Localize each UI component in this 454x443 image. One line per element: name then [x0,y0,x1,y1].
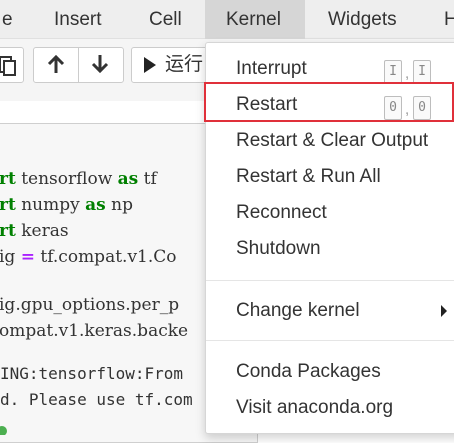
menu-divider [206,340,454,341]
menu-widgets[interactable]: Widgets [314,0,411,39]
code-line: rt keras [0,221,69,241]
run-label: 运行 [165,54,204,75]
menu-cell[interactable]: Cell [136,0,195,39]
menu-item-reconnect[interactable]: Reconnect [236,202,327,224]
code-line: ompat.v1.keras.backe [0,321,189,341]
menu-divider [206,280,454,281]
menu-item-visit-anaconda[interactable]: Visit anaconda.org [236,397,393,419]
menu-item-shutdown[interactable]: Shutdown [236,238,321,260]
output-line: d. Please use tf.com [0,390,193,409]
paste-button[interactable] [0,47,24,83]
shortcut-separator: , [405,65,410,82]
menu-item-restart-clear-output[interactable]: Restart & Clear Output [236,130,428,152]
menu-item-conda-packages[interactable]: Conda Packages [236,361,381,383]
output-line: ING:tensorflow:From [0,364,193,383]
menubar: e Insert Cell Kernel Widgets H [0,0,454,39]
menu-edit[interactable]: e [0,0,19,39]
menu-item-change-kernel[interactable]: Change kernel [236,300,360,322]
move-up-button[interactable] [42,47,72,81]
play-icon [144,57,156,73]
menu-insert[interactable]: Insert [41,0,115,39]
paste-icon [0,56,16,76]
shortcut-key: I [384,60,402,84]
menu-item-interrupt[interactable]: Interrupt [236,58,307,80]
menu-kernel[interactable]: Kernel [205,0,305,39]
code-line: rt tensorflow as tf [0,169,157,189]
menu-help[interactable]: H [430,0,454,39]
shortcut-key: I [413,60,431,84]
highlight-annotation [204,82,454,122]
code-line: ig.gpu_options.per_p [0,295,180,315]
submenu-arrow-icon [441,305,447,317]
move-down-button[interactable] [86,47,116,81]
status-icon [0,426,7,435]
code-line: rt numpy as np [0,195,133,215]
arrow-down-icon [91,55,109,74]
arrow-up-icon [47,54,65,73]
code-line: ig = tf.compat.v1.Co [0,247,177,267]
menu-item-restart-run-all[interactable]: Restart & Run All [236,166,381,188]
